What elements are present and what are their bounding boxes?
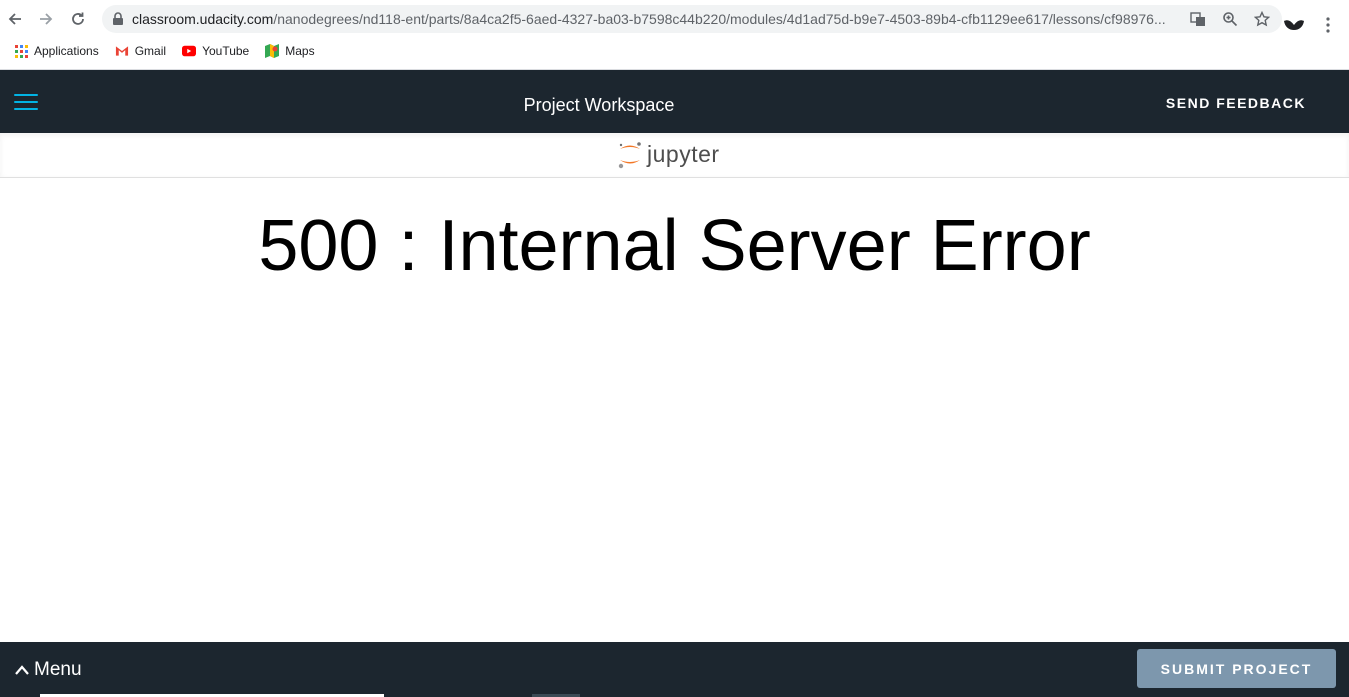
reload-icon <box>72 12 84 25</box>
url-path: /nanodegrees/nd118-ent/parts/8a4ca2f5-6a… <box>273 11 1166 27</box>
error-heading: 500 : Internal Server Error <box>258 206 1091 286</box>
gmail-icon <box>115 44 129 58</box>
star-icon <box>1254 11 1270 27</box>
bookmark-label: YouTube <box>202 44 250 58</box>
translate-icon <box>1190 12 1205 26</box>
jupyter-logo[interactable]: jupyter <box>617 139 720 169</box>
bookmark-gmail[interactable]: Gmail <box>107 40 174 62</box>
profile-avatar-icon <box>1284 20 1304 30</box>
bookmark-label: Gmail <box>134 44 167 58</box>
back-button[interactable] <box>2 6 28 32</box>
translate-button[interactable] <box>1188 9 1208 29</box>
jupyter-header: jupyter <box>0 133 1349 178</box>
url-text: classroom.udacity.com/nanodegrees/nd118-… <box>132 11 1172 27</box>
bookmark-star-button[interactable] <box>1252 9 1272 29</box>
lock-icon <box>113 12 123 25</box>
kebab-menu-icon <box>1326 17 1330 33</box>
bookmarks-bar: Applications Gmail YouTube Maps <box>0 40 323 62</box>
maps-icon <box>265 44 280 58</box>
zoom-button[interactable] <box>1220 9 1240 29</box>
profile-button[interactable] <box>1281 12 1307 38</box>
youtube-icon <box>182 44 197 58</box>
menu-label: Menu <box>34 659 82 680</box>
menu-button[interactable]: Menu <box>14 659 82 681</box>
page-title: Project Workspace <box>523 95 675 115</box>
browser-menu-button[interactable] <box>1315 12 1341 38</box>
submit-project-button[interactable]: SUBMIT PROJECT <box>1137 649 1336 688</box>
bookmark-label: Applications <box>34 44 99 58</box>
jupyter-wordmark: jupyter <box>647 140 720 167</box>
apps-grid-icon <box>14 44 28 58</box>
bookmark-youtube[interactable]: YouTube <box>174 40 257 62</box>
chevron-up-icon <box>15 665 29 675</box>
jupyter-orbit-icon <box>618 142 641 169</box>
app-header: Project Workspace SEND FEEDBACK <box>0 70 1349 133</box>
footer-bar: Menu SUBMIT PROJECT <box>0 642 1349 697</box>
browser-toolbar: classroom.udacity.com/nanodegrees/nd118-… <box>0 0 1349 70</box>
bookmark-maps[interactable]: Maps <box>257 40 322 62</box>
bookmark-applications[interactable]: Applications <box>6 40 107 62</box>
bookmark-label: Maps <box>285 44 315 58</box>
back-arrow-icon <box>8 13 21 25</box>
forward-button[interactable] <box>33 6 59 32</box>
address-bar[interactable]: classroom.udacity.com/nanodegrees/nd118-… <box>102 5 1282 33</box>
url-host: classroom.udacity.com <box>132 11 274 27</box>
reload-button[interactable] <box>65 6 91 32</box>
forward-arrow-icon <box>40 13 53 25</box>
zoom-icon <box>1223 12 1238 27</box>
send-feedback-button[interactable]: SEND FEEDBACK <box>1166 95 1306 111</box>
